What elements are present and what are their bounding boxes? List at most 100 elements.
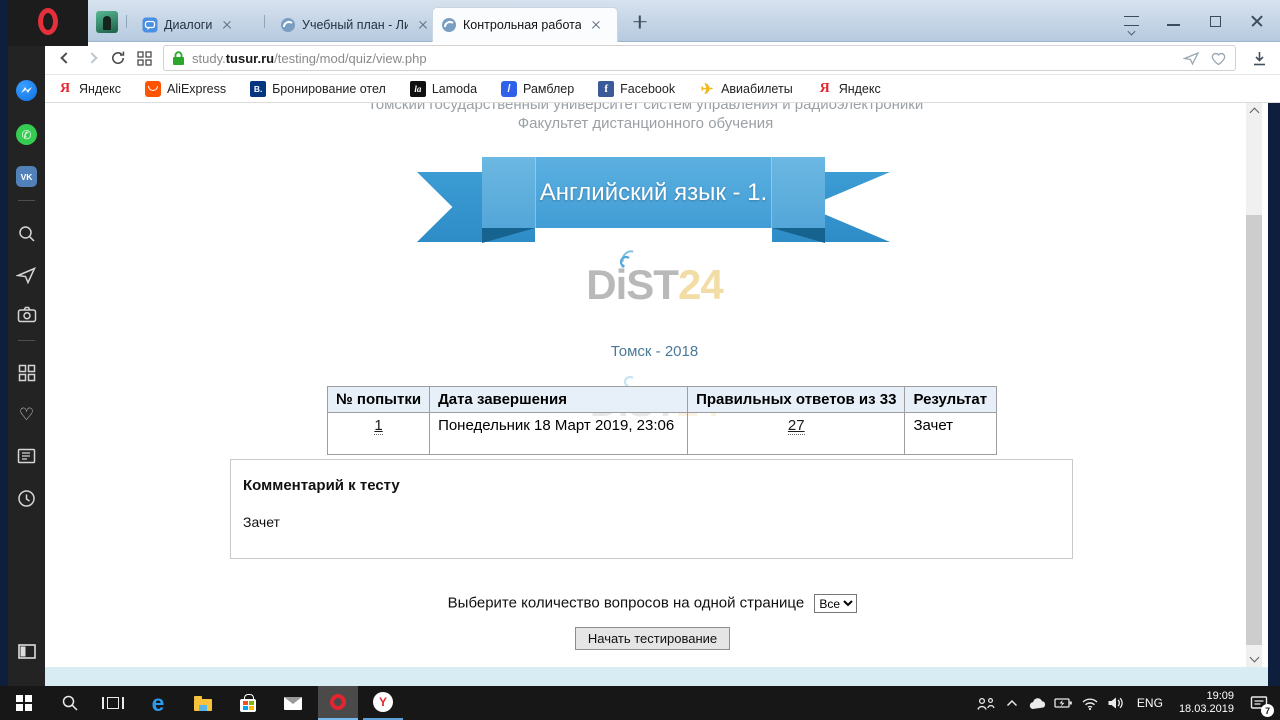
dist-site-icon	[441, 17, 457, 33]
tab-uchebny-plan[interactable]: Учебный план - Личный	[272, 7, 430, 42]
maximize-button[interactable]	[1200, 8, 1230, 34]
yandex-icon: Я	[57, 81, 73, 97]
whatsapp-icon[interactable]: ✆	[8, 124, 45, 145]
start-test-button[interactable]: Начать тестирование	[575, 627, 730, 650]
wifi-icon	[1081, 697, 1099, 710]
table-header-row: № попытки Дата завершения Правильных отв…	[328, 387, 997, 413]
opera-menu-button[interactable]	[8, 0, 88, 46]
bookmark-lamoda[interactable]: laLamoda	[410, 81, 477, 97]
page-content: Томский государственный университет сист…	[45, 103, 1246, 667]
tab-separator	[264, 15, 265, 28]
tab-close-icon[interactable]	[220, 18, 234, 32]
phone-glyph: ✆	[21, 128, 31, 142]
history-clock-icon[interactable]	[8, 489, 45, 508]
downloads-button[interactable]	[1244, 45, 1274, 71]
yandex-browser-button[interactable]: Y	[363, 686, 403, 720]
store-icon	[240, 699, 256, 712]
browser-window: Диалоги Учебный план - Личный Контрольна…	[8, 0, 1280, 686]
tray-expand-button[interactable]	[999, 686, 1025, 720]
people-button[interactable]	[973, 686, 999, 720]
bookmark-heart-icon[interactable]	[1210, 51, 1227, 66]
questions-per-page-select[interactable]: Все	[814, 594, 857, 613]
file-explorer-button[interactable]	[183, 686, 223, 720]
task-view-button[interactable]	[93, 686, 133, 720]
bookmark-aviabilety[interactable]: ✈ Авиабилеты	[699, 81, 793, 97]
network-button[interactable]	[1077, 686, 1103, 720]
speed-dial-icon[interactable]	[8, 364, 45, 382]
people-icon	[976, 696, 996, 711]
bookmark-yandex[interactable]: ЯЯндекс	[57, 81, 121, 97]
bookmark-booking[interactable]: B. Бронирование отел	[250, 81, 386, 97]
university-title: Томский государственный университет сист…	[45, 103, 1246, 113]
scroll-up-icon[interactable]	[1249, 108, 1259, 118]
bookmark-rambler[interactable]: /Рамблер	[501, 81, 574, 97]
back-button[interactable]	[53, 45, 79, 71]
bookmark-aliexpress[interactable]: AliExpress	[145, 81, 226, 97]
correct-answers-link[interactable]: 27	[788, 417, 805, 435]
microsoft-store-button[interactable]	[228, 686, 268, 720]
sidebar-setup-icon[interactable]	[8, 644, 45, 659]
tab-close-icon[interactable]	[416, 18, 430, 32]
bookmark-yandex-2[interactable]: ЯЯндекс	[817, 81, 881, 97]
search-icon[interactable]	[8, 224, 45, 244]
tab-close-icon[interactable]	[589, 18, 603, 32]
onedrive-button[interactable]	[1025, 686, 1051, 720]
share-flow-icon[interactable]	[1183, 51, 1200, 66]
bookmark-label: Авиабилеты	[721, 82, 793, 96]
speaker-icon	[1107, 696, 1124, 710]
sidebar-divider	[18, 200, 35, 201]
taskbar-search-button[interactable]	[50, 686, 90, 720]
url-field[interactable]: study.tusur.ru/testing/mod/quiz/view.php	[163, 45, 1236, 71]
reload-icon	[110, 50, 126, 66]
folder-icon	[194, 699, 212, 711]
booking-icon: B.	[250, 81, 266, 97]
airplane-icon: ✈	[699, 81, 715, 97]
bookmark-label: Бронирование отел	[272, 82, 386, 96]
scroll-down-icon[interactable]	[1249, 653, 1259, 663]
new-tab-button[interactable]	[632, 14, 647, 29]
questions-per-page-label: Выберите количество вопросов на одной ст…	[448, 595, 805, 612]
heart-glyph: ♡	[19, 406, 34, 423]
action-center-button[interactable]: 7	[1242, 686, 1276, 720]
forward-button[interactable]	[79, 45, 105, 71]
forward-icon	[86, 52, 97, 63]
scrollbar-thumb[interactable]	[1246, 215, 1262, 645]
dist-site-icon	[280, 17, 296, 33]
mail-icon	[284, 697, 302, 710]
attempt-cell: 1	[328, 413, 430, 455]
comment-title: Комментарий к тесту	[243, 477, 1060, 494]
url-prefix: study.	[192, 51, 226, 66]
my-flow-icon[interactable]	[8, 266, 45, 285]
comment-body: Зачет	[243, 514, 1060, 530]
tab-dialogi[interactable]: Диалоги	[134, 7, 262, 42]
tab-menu-button[interactable]	[1116, 8, 1146, 34]
volume-button[interactable]	[1103, 686, 1129, 720]
bookmark-label: Рамблер	[523, 82, 574, 96]
cloud-icon	[1028, 697, 1047, 710]
close-button[interactable]	[1242, 8, 1272, 34]
messenger-icon[interactable]	[8, 80, 45, 101]
vk-icon[interactable]: VK	[8, 166, 45, 187]
col-attempt-number: № попытки	[328, 387, 430, 413]
snapshot-camera-icon[interactable]	[8, 306, 45, 323]
language-indicator[interactable]: ENG	[1129, 696, 1171, 710]
battery-button[interactable]	[1051, 686, 1077, 720]
bookmarks-heart-icon[interactable]: ♡	[8, 406, 45, 423]
edge-button[interactable]: e	[138, 686, 178, 720]
speed-dial-button[interactable]	[131, 45, 157, 71]
bookmark-facebook[interactable]: fFacebook	[598, 81, 675, 97]
reload-button[interactable]	[105, 45, 131, 71]
col-correct-answers: Правильных ответов из 33	[688, 387, 905, 413]
tab-kontrolnaya-rabota[interactable]: Контрольная работа по д	[432, 7, 618, 42]
tab-label: Диалоги	[164, 18, 212, 32]
opera-taskbar-button[interactable]	[318, 686, 358, 720]
start-button[interactable]	[4, 686, 44, 720]
personal-news-icon[interactable]	[8, 448, 45, 464]
page-scrollbar[interactable]	[1246, 103, 1262, 667]
attempt-link[interactable]: 1	[374, 417, 382, 435]
pinned-tab[interactable]	[96, 11, 118, 33]
maximize-icon	[1210, 16, 1221, 27]
mail-button[interactable]	[273, 686, 313, 720]
minimize-button[interactable]	[1158, 8, 1188, 34]
taskbar-clock[interactable]: 19:09 18.03.2019	[1171, 690, 1242, 716]
